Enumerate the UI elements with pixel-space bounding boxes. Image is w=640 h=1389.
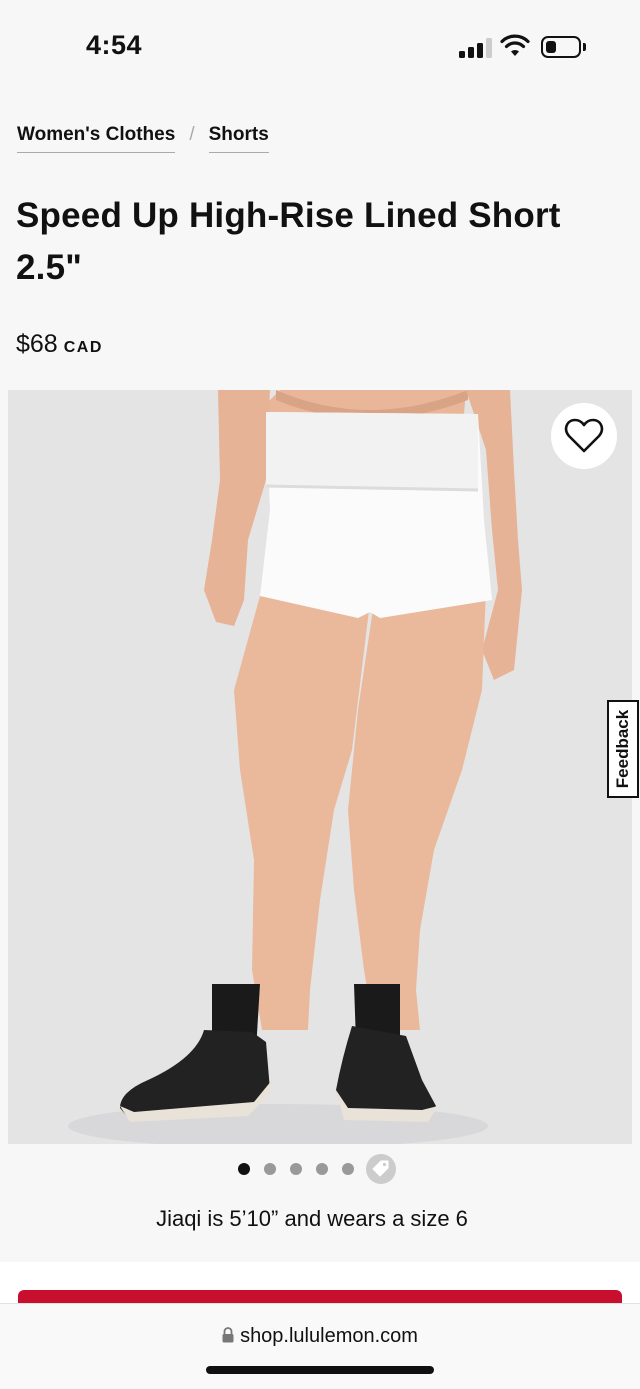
carousel-dot-4[interactable]	[316, 1163, 328, 1175]
price-amount: $68	[16, 330, 58, 358]
image-carousel-dots	[238, 1153, 396, 1185]
status-time: 4:54	[86, 30, 143, 60]
home-indicator	[206, 1366, 434, 1374]
price-tag-icon[interactable]	[366, 1154, 396, 1184]
breadcrumb-shorts[interactable]: Shorts	[208, 124, 269, 153]
carousel-dot-5[interactable]	[342, 1163, 354, 1175]
url-text: shop.lululemon.com	[240, 1325, 418, 1347]
breadcrumb: Women's Clothes / Shorts	[17, 124, 269, 160]
carousel-dot-1[interactable]	[238, 1163, 250, 1175]
price-currency: CAD	[63, 339, 103, 356]
product-title: Speed Up High-Rise Lined Short 2.5"	[16, 196, 561, 287]
product-image[interactable]	[8, 390, 632, 1144]
carousel-dot-3[interactable]	[290, 1163, 302, 1175]
carousel-dot-2[interactable]	[264, 1163, 276, 1175]
cellular-signal-icon	[459, 38, 492, 58]
wishlist-heart-button[interactable]	[551, 403, 617, 469]
lock-icon	[222, 1327, 234, 1343]
breadcrumb-womens-clothes[interactable]: Women's Clothes	[17, 124, 176, 153]
browser-url[interactable]: shop.lululemon.com	[0, 1325, 640, 1348]
feedback-label: Feedback	[613, 709, 632, 789]
wifi-icon	[500, 34, 530, 56]
battery-cap	[583, 43, 586, 51]
product-photo	[8, 390, 632, 1144]
product-price: $68 CAD	[16, 330, 103, 359]
feedback-tab[interactable]: Feedback	[607, 700, 639, 798]
model-info: Jiaqi is 5’10” and wears a size 6	[156, 1206, 468, 1231]
breadcrumb-separator: /	[189, 124, 195, 145]
status-bar: 4:54	[0, 0, 640, 96]
battery-icon	[541, 36, 581, 58]
heart-icon	[564, 418, 604, 453]
